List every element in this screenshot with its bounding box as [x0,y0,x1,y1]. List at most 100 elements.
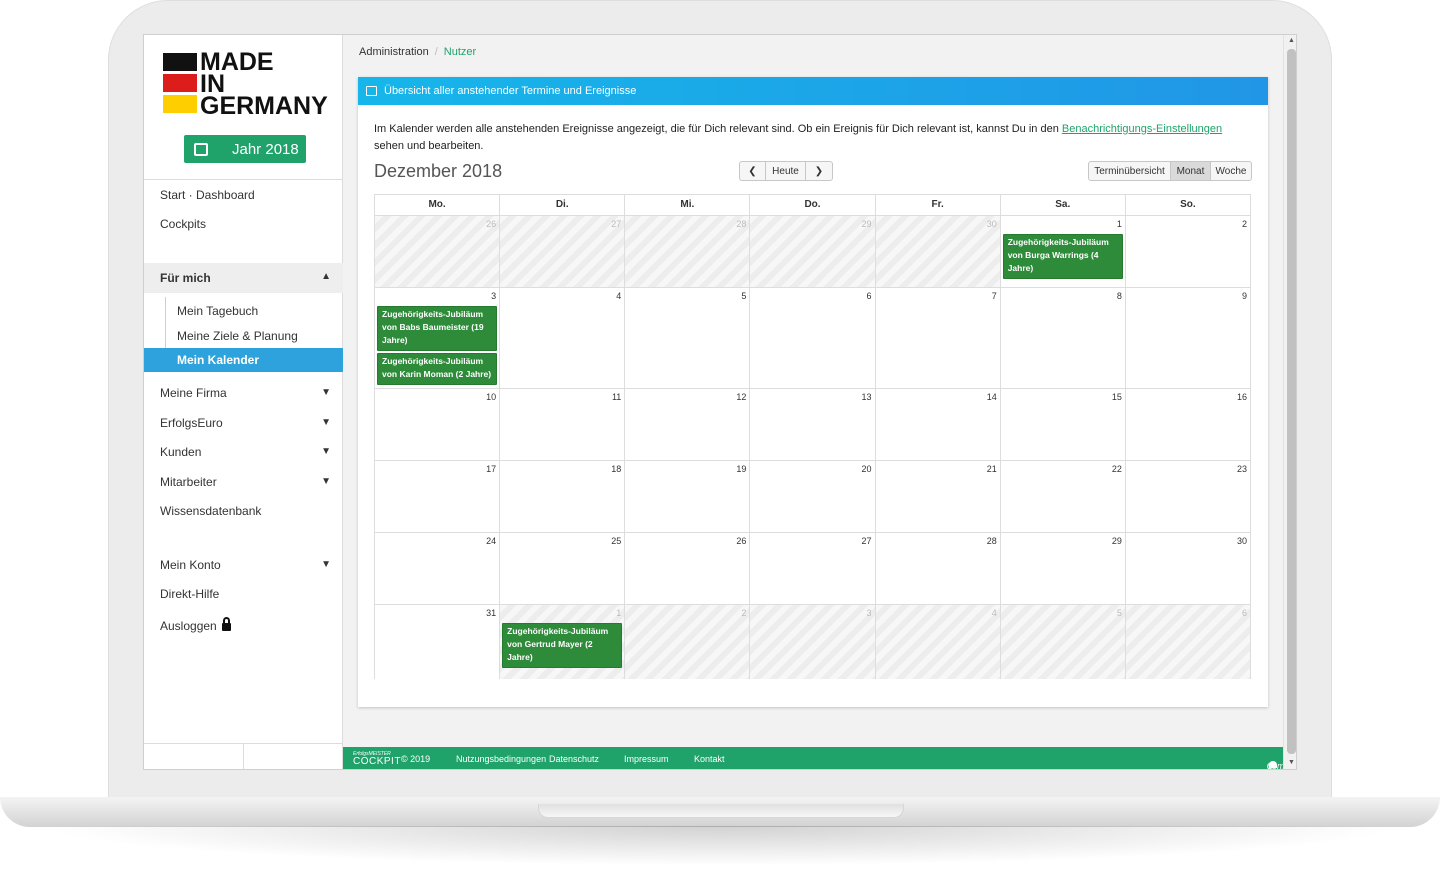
footer-link-datenschutz[interactable]: Datenschutz [549,754,599,764]
scrollbar[interactable]: ▲ ▼ [1283,35,1296,769]
day-number[interactable]: 29 [1112,536,1122,546]
day-number[interactable]: 27 [862,536,872,546]
calendar-day-cell[interactable]: 5 [624,288,749,388]
sidebar-item-cockpits[interactable]: Cockpits [144,210,343,238]
calendar-day-cell[interactable]: 4 [874,605,1000,679]
calendar-day-cell[interactable]: 19 [624,461,749,532]
calendar-day-cell[interactable]: 2 [624,605,750,679]
prev-month-button[interactable]: ❮ [740,162,766,180]
calendar-day-cell[interactable]: 4 [499,288,624,388]
calendar-day-cell[interactable]: 29 [749,216,875,287]
sidebar-item-tagebuch[interactable]: Mein Tagebuch [144,299,343,323]
calendar-day-cell[interactable]: 28 [874,533,1000,604]
day-number[interactable]: 21 [987,464,997,474]
calendar-day-cell[interactable]: 30 [874,216,1000,287]
view-month-button[interactable]: Monat [1171,162,1211,180]
day-number[interactable]: 3 [867,608,872,618]
day-number[interactable]: 6 [867,291,872,301]
day-number[interactable]: 3 [491,291,496,301]
calendar-day-cell[interactable]: 23 [1124,461,1251,532]
day-number[interactable]: 10 [486,392,496,402]
calendar-day-cell[interactable]: 30 [1124,533,1251,604]
sidebar-item-mitarbeiter[interactable]: Mitarbeiter ▼ [144,468,343,496]
day-number[interactable]: 2 [1242,219,1247,229]
day-number[interactable]: 30 [1237,536,1247,546]
sidebar-item-dashboard[interactable]: Start · Dashboard [144,181,343,209]
sidebar-item-kalender[interactable]: Mein Kalender [144,348,350,372]
calendar-day-cell[interactable]: 29 [999,533,1125,604]
day-number[interactable]: 23 [1237,464,1247,474]
calendar-day-cell[interactable]: 6 [1124,605,1251,679]
calendar-day-cell[interactable]: 13 [749,389,874,460]
logout-link[interactable]: Ausloggen [144,612,343,640]
calendar-day-cell[interactable]: 6 [749,288,874,388]
day-number[interactable]: 6 [1242,608,1247,618]
footer-link-impressum[interactable]: Impressum [624,754,669,764]
day-number[interactable]: 5 [1117,608,1122,618]
day-number[interactable]: 28 [736,219,746,229]
calendar-day-cell[interactable]: 10 [374,389,499,460]
day-number[interactable]: 4 [992,608,997,618]
view-week-button[interactable]: Woche [1211,162,1251,180]
sidebar-group-fuer-mich[interactable]: Für mich ▲ [144,263,343,293]
scroll-up-icon[interactable]: ▲ [1288,37,1295,44]
calendar-event[interactable]: Zugehörigkeits-Jubiläum von Burga Warrin… [1002,234,1123,279]
calendar-day-cell[interactable]: 1 Zugehörigkeits-Jubiläum von Burga Warri… [999,216,1125,287]
day-number[interactable]: 20 [862,464,872,474]
calendar-day-cell[interactable]: 14 [874,389,1000,460]
footer-link-nutzung[interactable]: Nutzungsbedingungen [456,754,546,764]
day-number[interactable]: 15 [1112,392,1122,402]
calendar-day-cell[interactable]: 26 [374,216,500,287]
calendar-day-cell[interactable]: 8 [999,288,1125,388]
calendar-event[interactable]: Zugehörigkeits-Jubiläum von Gertrud Maye… [502,623,623,668]
scroll-down-icon[interactable]: ▼ [1288,759,1295,766]
view-termin-button[interactable]: Terminübersicht [1089,162,1171,180]
calendar-day-cell[interactable]: 11 [499,389,624,460]
day-number[interactable]: 27 [611,219,621,229]
sidebar-item-erfolgseuro[interactable]: ErfolgsEuro ▼ [144,409,343,437]
day-number[interactable]: 13 [862,392,872,402]
day-number[interactable]: 18 [611,464,621,474]
day-number[interactable]: 11 [612,392,621,402]
sidebar-item-firma[interactable]: Meine Firma ▼ [144,379,343,407]
day-number[interactable]: 26 [736,536,746,546]
calendar-day-cell[interactable]: 26 [624,533,749,604]
year-select-button[interactable]: Jahr 2018 [184,135,306,163]
calendar-day-cell[interactable]: 21 [874,461,1000,532]
day-number[interactable]: 4 [616,291,621,301]
calendar-day-cell[interactable]: 17 [374,461,499,532]
calendar-day-cell[interactable]: 27 [499,216,625,287]
breadcrumb-root[interactable]: Administration [359,46,429,58]
day-number[interactable]: 12 [736,392,746,402]
calendar-day-cell[interactable]: 5 [999,605,1125,679]
sidebar-item-ziele[interactable]: Meine Ziele & Planung [144,324,343,348]
calendar-day-cell[interactable]: 25 [499,533,624,604]
calendar-day-cell[interactable]: 22 [999,461,1125,532]
day-number[interactable]: 1 [1117,219,1122,229]
day-number[interactable]: 31 [486,608,496,618]
scrollbar-thumb[interactable] [1287,49,1296,754]
calendar-day-cell[interactable]: 18 [499,461,624,532]
sidebar-item-wissensdatenbank[interactable]: Wissensdatenbank [144,497,343,525]
footer-link-kontakt[interactable]: Kontakt [694,754,725,764]
day-number[interactable]: 30 [987,219,997,229]
calendar-day-cell[interactable]: 16 [1124,389,1251,460]
calendar-day-cell[interactable]: 27 [749,533,874,604]
calendar-day-cell[interactable]: 15 [999,389,1125,460]
day-number[interactable]: 14 [987,392,997,402]
day-number[interactable]: 22 [1112,464,1122,474]
day-number[interactable]: 26 [486,219,496,229]
calendar-day-cell[interactable]: 20 [749,461,874,532]
calendar-day-cell[interactable]: 1 Zugehörigkeits-Jubiläum von Gertrud May… [499,605,625,679]
day-number[interactable]: 7 [992,291,997,301]
calendar-day-cell[interactable]: 7 [874,288,1000,388]
sidebar-item-kunden[interactable]: Kunden ▼ [144,438,343,466]
calendar-day-cell[interactable]: 31 [374,605,499,679]
day-number[interactable]: 17 [486,464,496,474]
calendar-day-cell[interactable]: 12 [624,389,749,460]
calendar-day-cell[interactable]: 28 [624,216,750,287]
next-month-button[interactable]: ❯ [806,162,832,180]
day-number[interactable]: 8 [1117,291,1122,301]
day-number[interactable]: 24 [486,536,496,546]
sidebar-item-konto[interactable]: Mein Konto ▼ [144,551,343,579]
